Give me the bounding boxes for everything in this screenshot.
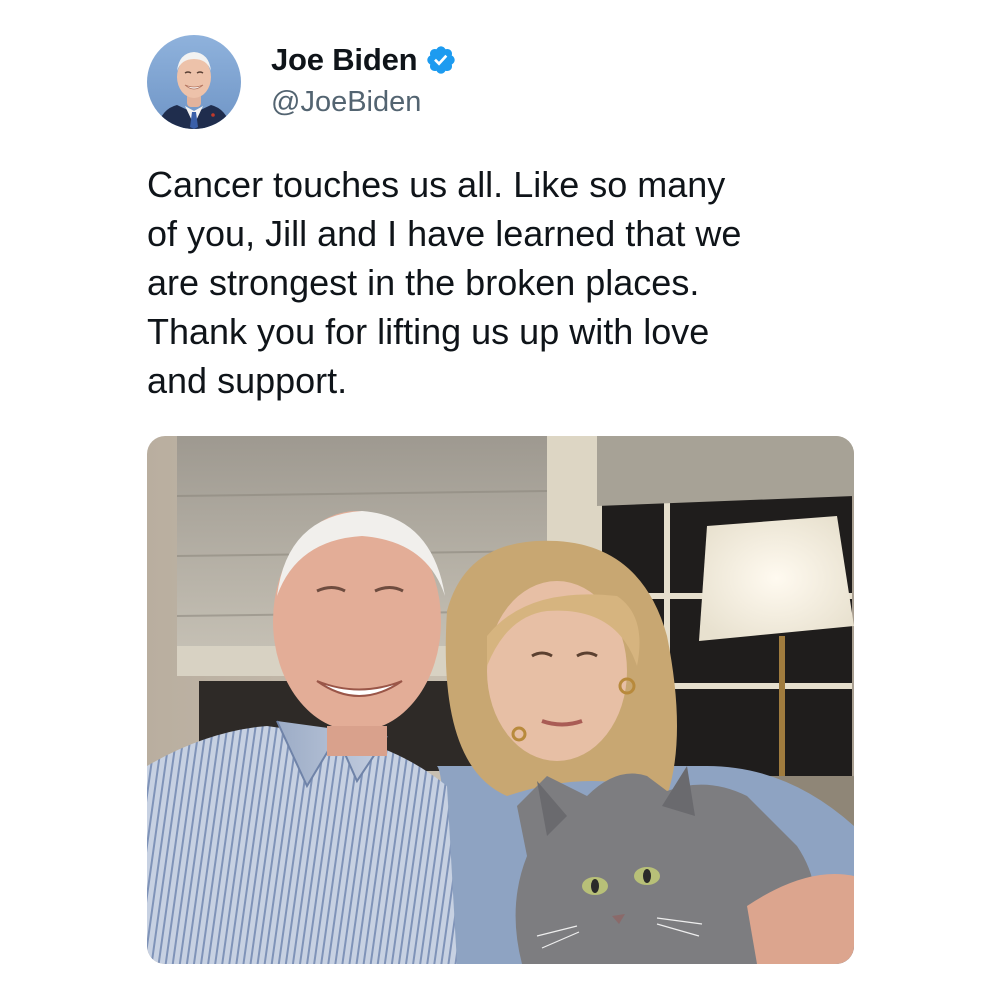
tweet-text-line: and support. bbox=[147, 360, 348, 401]
tweet-photo[interactable] bbox=[147, 436, 854, 964]
avatar[interactable] bbox=[147, 35, 241, 129]
photo-image bbox=[147, 436, 854, 964]
tweet-text-line: Cancer touches us all. Like so many bbox=[147, 164, 726, 205]
tweet-text-line: are strongest in the broken places. bbox=[147, 262, 700, 303]
tweet-card: Joe Biden @JoeBiden Cancer touches us al… bbox=[0, 0, 1000, 1000]
author-handle[interactable]: @JoeBiden bbox=[271, 86, 421, 119]
tweet-text: Cancer touches us all. Like so many of y… bbox=[147, 160, 867, 405]
display-name[interactable]: Joe Biden bbox=[271, 42, 418, 78]
avatar-image bbox=[147, 35, 241, 129]
tweet-text-line: of you, Jill and I have learned that we bbox=[147, 213, 742, 254]
author-name-row[interactable]: Joe Biden bbox=[271, 40, 457, 80]
verified-badge-icon bbox=[427, 46, 456, 74]
tweet-text-line: Thank you for lifting us up with love bbox=[147, 311, 710, 352]
